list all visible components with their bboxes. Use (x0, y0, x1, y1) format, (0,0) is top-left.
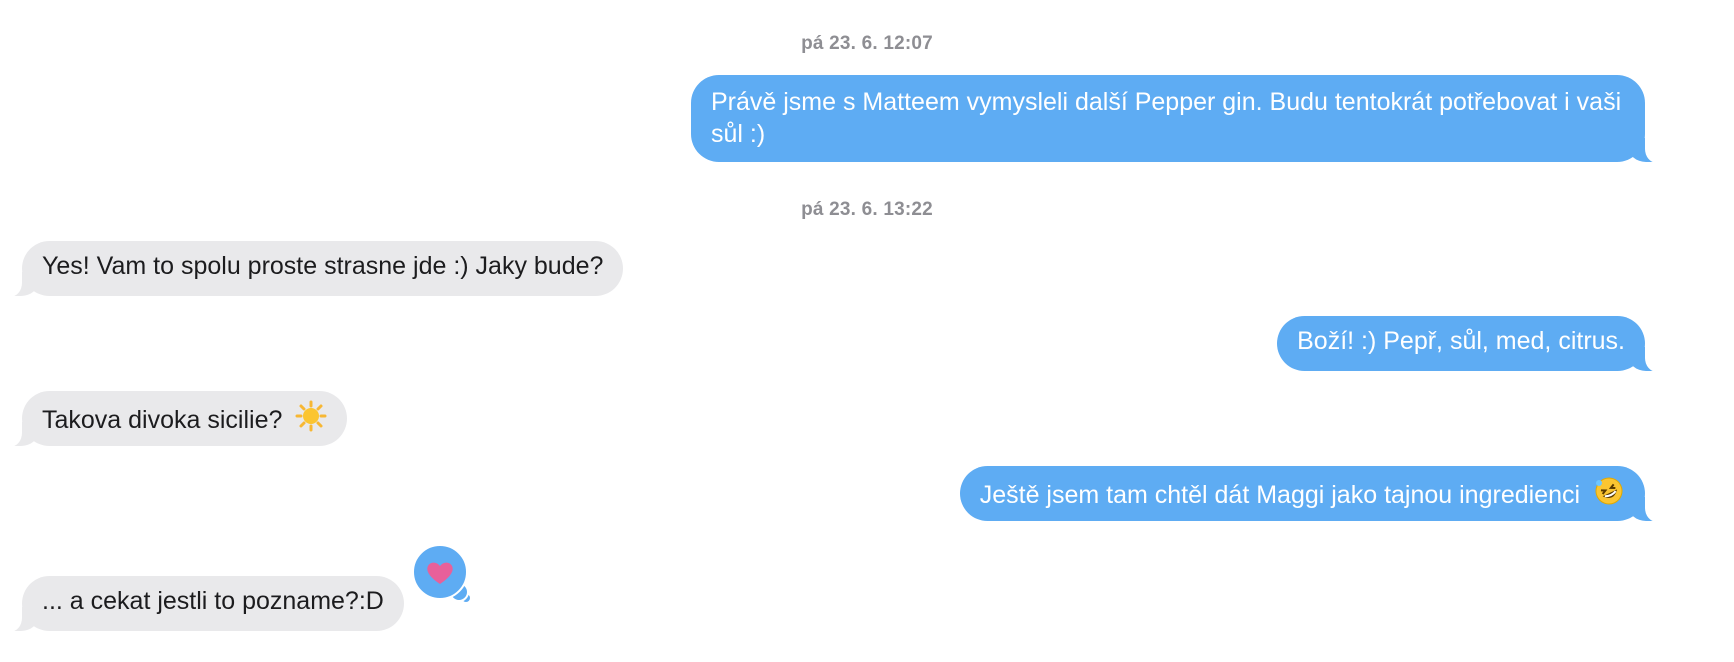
message-bubble-sent[interactable]: Ještě jsem tam chtěl dát Maggi jako tajn… (959, 466, 1668, 522)
message-bubble-received[interactable]: ... a cekat jestli to pozname?:D (0, 576, 404, 632)
tapback-reaction[interactable] (412, 544, 468, 600)
message-bubble-sent[interactable]: Právě jsme s Matteem vymysleli další Pep… (691, 75, 1667, 163)
message-text: Boží! :) Pepř, sůl, med, citrus. (1297, 327, 1625, 355)
message-bubble-sent[interactable]: Boží! :) Pepř, sůl, med, citrus. (1277, 316, 1667, 372)
message-bubble-received[interactable]: Takova divoka sicilie? (0, 391, 348, 447)
message-text: Takova divoka sicilie? (42, 406, 283, 434)
timestamp: pá 23. 6. 13:22 (801, 199, 933, 220)
sun-emoji (295, 400, 327, 440)
message-text: ... a cekat jestli to pozname?:D (42, 587, 384, 615)
timestamp: pá 23. 6. 12:07 (801, 33, 933, 54)
message-text: Yes! Vam to spolu proste strasne jde :) … (42, 252, 604, 280)
message-text: Ještě jsem tam chtěl dát Maggi jako tajn… (979, 481, 1581, 509)
rofl-emoji (1593, 475, 1625, 515)
message-text: Právě jsme s Matteem vymysleli další Pep… (711, 88, 1622, 148)
message-bubble-received[interactable]: Yes! Vam to spolu proste strasne jde :) … (0, 241, 624, 297)
heart-icon (427, 562, 453, 584)
